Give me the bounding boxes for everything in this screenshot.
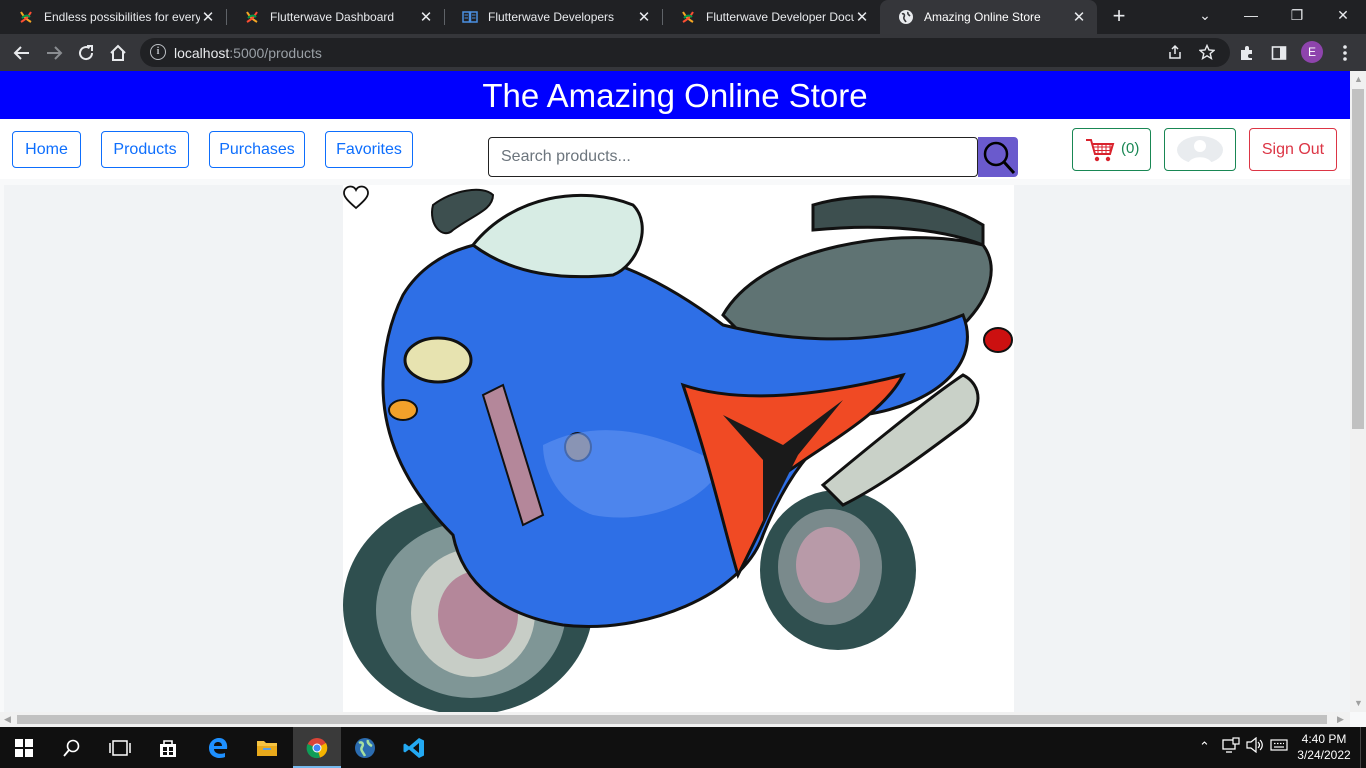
reload-icon[interactable] <box>73 40 99 66</box>
nav-products-button[interactable]: Products <box>101 131 189 168</box>
close-tab-icon[interactable]: ✕ <box>636 8 652 26</box>
tab-title: Amazing Online Store <box>924 10 1041 24</box>
tab-title: Endless possibilities for every <box>44 10 200 24</box>
extensions-icon[interactable] <box>1234 40 1260 66</box>
windows-taskbar: ⌃ 4:40 PM 3/24/2022 <box>0 727 1366 768</box>
network-globe-icon[interactable] <box>341 727 389 768</box>
back-icon[interactable] <box>9 40 35 66</box>
task-view-icon[interactable] <box>96 727 144 768</box>
book-icon <box>462 11 478 23</box>
scroll-up-icon[interactable]: ▲ <box>1354 75 1363 84</box>
cart-count: (0) <box>1121 140 1140 157</box>
horizontal-scrollbar[interactable]: ◀ ▶ <box>0 712 1350 727</box>
globe-icon <box>899 10 913 24</box>
browser-toolbar: i localhost:5000/products E <box>0 34 1366 71</box>
tab-flutterwave-developers[interactable]: Flutterwave Developers ✕ <box>444 0 662 34</box>
tab-endless-possibilities[interactable]: Endless possibilities for every ✕ <box>0 0 226 34</box>
close-tab-icon[interactable]: ✕ <box>1071 8 1087 26</box>
network-icon[interactable] <box>1222 737 1240 756</box>
profile-button[interactable] <box>1164 128 1236 171</box>
tab-search-icon[interactable]: ⌄ <box>1182 0 1228 34</box>
flutterwave-icon <box>246 11 258 23</box>
tab-strip: Endless possibilities for every ✕ Flutte… <box>0 0 1366 34</box>
address-bar[interactable]: i localhost:5000/products <box>140 38 1230 67</box>
tab-title: Flutterwave Dashboard <box>270 10 395 24</box>
url-host: localhost <box>174 45 230 61</box>
store-title: The Amazing Online Store <box>0 71 1350 119</box>
vertical-scroll-thumb[interactable] <box>1352 89 1364 429</box>
sign-out-button[interactable]: Sign Out <box>1249 128 1337 171</box>
menu-kebab-icon[interactable] <box>1332 40 1358 66</box>
cart-button[interactable]: (0) <box>1072 128 1151 171</box>
web-page: The Amazing Online Store Home Products P… <box>0 71 1350 712</box>
scroll-down-icon[interactable]: ▼ <box>1354 699 1363 708</box>
profile-avatar[interactable]: E <box>1301 41 1323 63</box>
system-clock[interactable]: 4:40 PM 3/24/2022 <box>1296 731 1352 763</box>
edge-icon[interactable] <box>194 727 242 768</box>
new-tab-icon[interactable]: + <box>1108 5 1130 29</box>
scroll-left-icon[interactable]: ◀ <box>4 715 11 724</box>
product-card[interactable] <box>343 185 1014 712</box>
show-hidden-icons[interactable]: ⌃ <box>1199 739 1210 755</box>
forward-icon[interactable] <box>41 40 67 66</box>
close-window-icon[interactable]: ✕ <box>1320 0 1366 34</box>
close-tab-icon[interactable]: ✕ <box>200 8 216 26</box>
clock-date: 3/24/2022 <box>1297 748 1351 762</box>
home-icon[interactable] <box>105 40 131 66</box>
shopping-cart-icon <box>1086 139 1115 162</box>
products-area <box>4 185 1350 712</box>
url-path: :5000/products <box>229 45 322 61</box>
windows-start-icon[interactable] <box>0 727 48 768</box>
tab-amazing-online-store[interactable]: Amazing Online Store ✕ <box>880 0 1097 34</box>
clock-time: 4:40 PM <box>1301 732 1347 746</box>
scroll-right-icon[interactable]: ▶ <box>1337 715 1344 724</box>
share-icon[interactable] <box>1162 39 1188 65</box>
tab-flutterwave-developer-docs[interactable]: Flutterwave Developer Docum ✕ <box>662 0 880 34</box>
tab-title: Flutterwave Developers <box>488 10 615 24</box>
close-tab-icon[interactable]: ✕ <box>854 8 870 26</box>
store-icon[interactable] <box>144 727 192 768</box>
nav-home-button[interactable]: Home <box>12 131 81 168</box>
motorcycle-image <box>343 188 1013 712</box>
restore-icon[interactable]: ❐ <box>1274 0 1320 34</box>
side-panel-icon[interactable] <box>1266 40 1292 66</box>
chrome-icon[interactable] <box>293 727 341 768</box>
site-info-icon[interactable]: i <box>150 44 166 60</box>
search-icon[interactable] <box>48 727 96 768</box>
flutterwave-icon <box>20 11 32 23</box>
tab-flutterwave-dashboard[interactable]: Flutterwave Dashboard ✕ <box>226 0 444 34</box>
store-navbar: Home Products Purchases Favorites (0) <box>0 119 1350 179</box>
url-text: localhost:5000/products <box>174 45 322 61</box>
volume-icon[interactable] <box>1246 736 1264 756</box>
flutterwave-icon <box>682 11 694 23</box>
close-tab-icon[interactable]: ✕ <box>418 8 434 26</box>
vertical-scrollbar[interactable]: ▲ ▼ <box>1350 71 1366 712</box>
search-button[interactable] <box>978 137 1018 177</box>
horizontal-scroll-thumb[interactable] <box>17 715 1327 724</box>
bookmark-star-icon[interactable] <box>1194 39 1220 65</box>
file-explorer-icon[interactable] <box>243 727 291 768</box>
minimize-icon[interactable]: — <box>1228 0 1274 34</box>
vscode-icon[interactable] <box>390 727 438 768</box>
user-avatar-icon <box>1177 136 1223 164</box>
nav-purchases-button[interactable]: Purchases <box>209 131 305 168</box>
keyboard-icon[interactable] <box>1270 737 1288 756</box>
favorite-heart-icon[interactable] <box>343 185 369 211</box>
tab-title: Flutterwave Developer Docum <box>706 10 854 24</box>
nav-favorites-button[interactable]: Favorites <box>325 131 413 168</box>
search-input[interactable] <box>488 137 978 177</box>
search-icon <box>983 141 1016 175</box>
show-desktop-button[interactable] <box>1360 727 1366 768</box>
